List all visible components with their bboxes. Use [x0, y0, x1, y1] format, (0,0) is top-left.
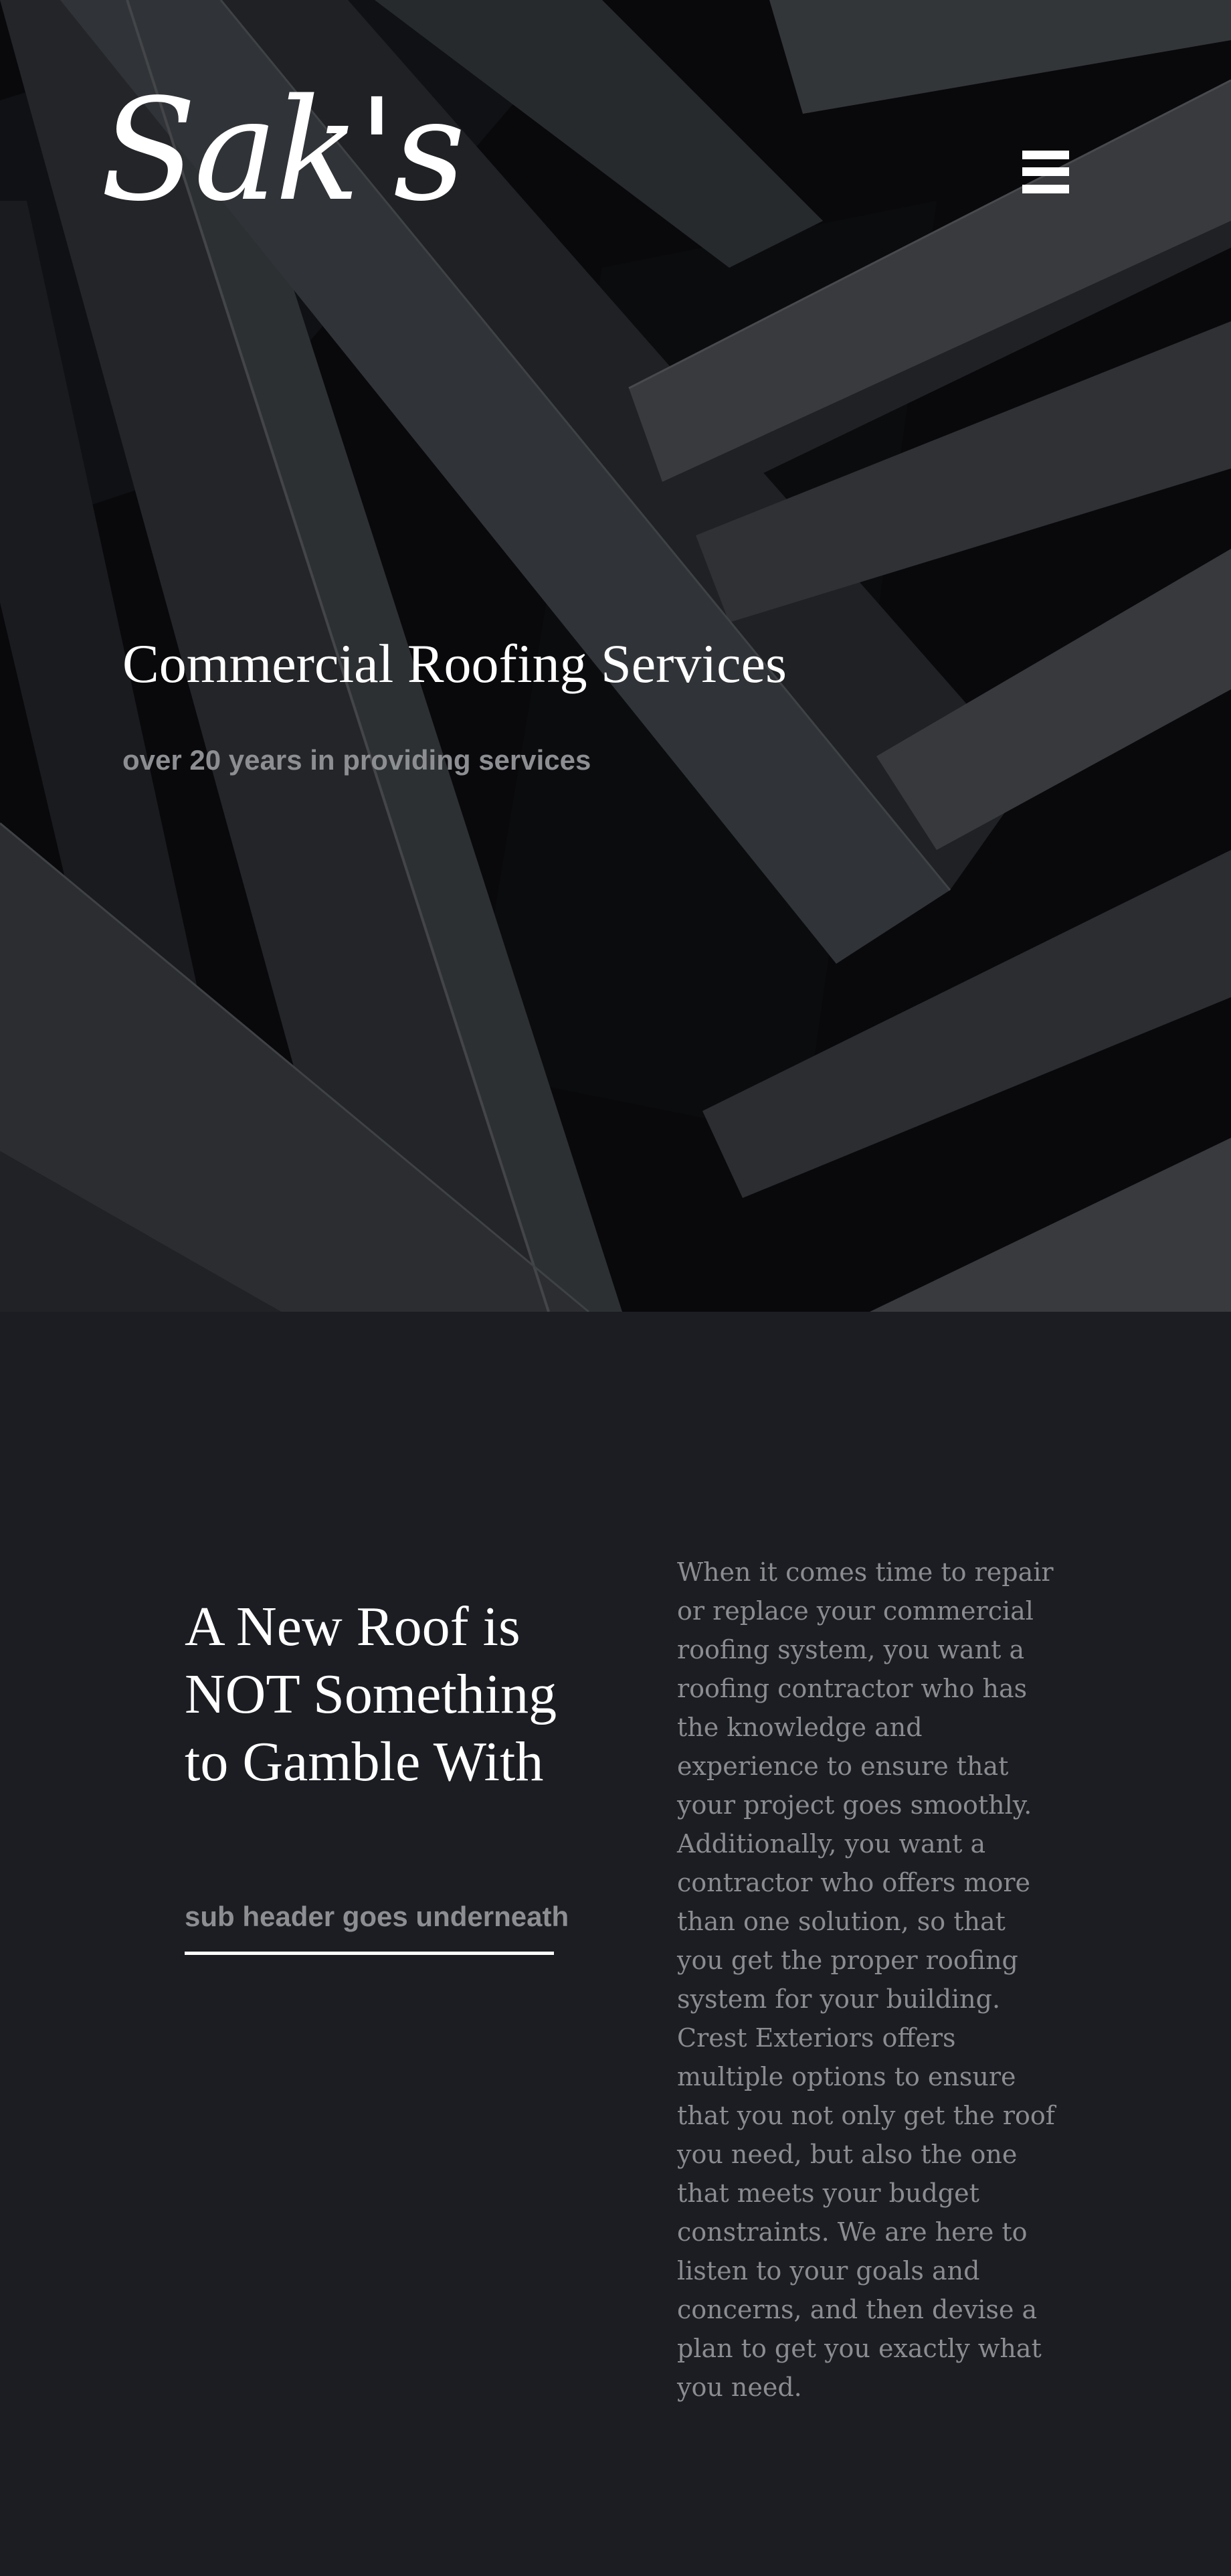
intro-subheader: sub header goes underneath — [185, 1901, 569, 1932]
intro-body-text: When it comes time to repair or replace … — [677, 1557, 1055, 2402]
hero-subtitle: over 20 years in providing services — [122, 744, 591, 776]
site-logo[interactable]: Sak's — [100, 80, 466, 221]
hero-section: Sak's Commercial Roofing Services over 2… — [0, 0, 1231, 1312]
intro-title: A New Roof is NOT Something to Gamble Wi… — [185, 1596, 557, 1793]
hamburger-menu-icon[interactable] — [1022, 151, 1069, 193]
subheader-underline — [185, 1952, 554, 1955]
hero-title: Commercial Roofing Services — [122, 633, 787, 694]
intro-section: A New Roof is NOT Something to Gamble Wi… — [0, 1312, 1231, 2576]
